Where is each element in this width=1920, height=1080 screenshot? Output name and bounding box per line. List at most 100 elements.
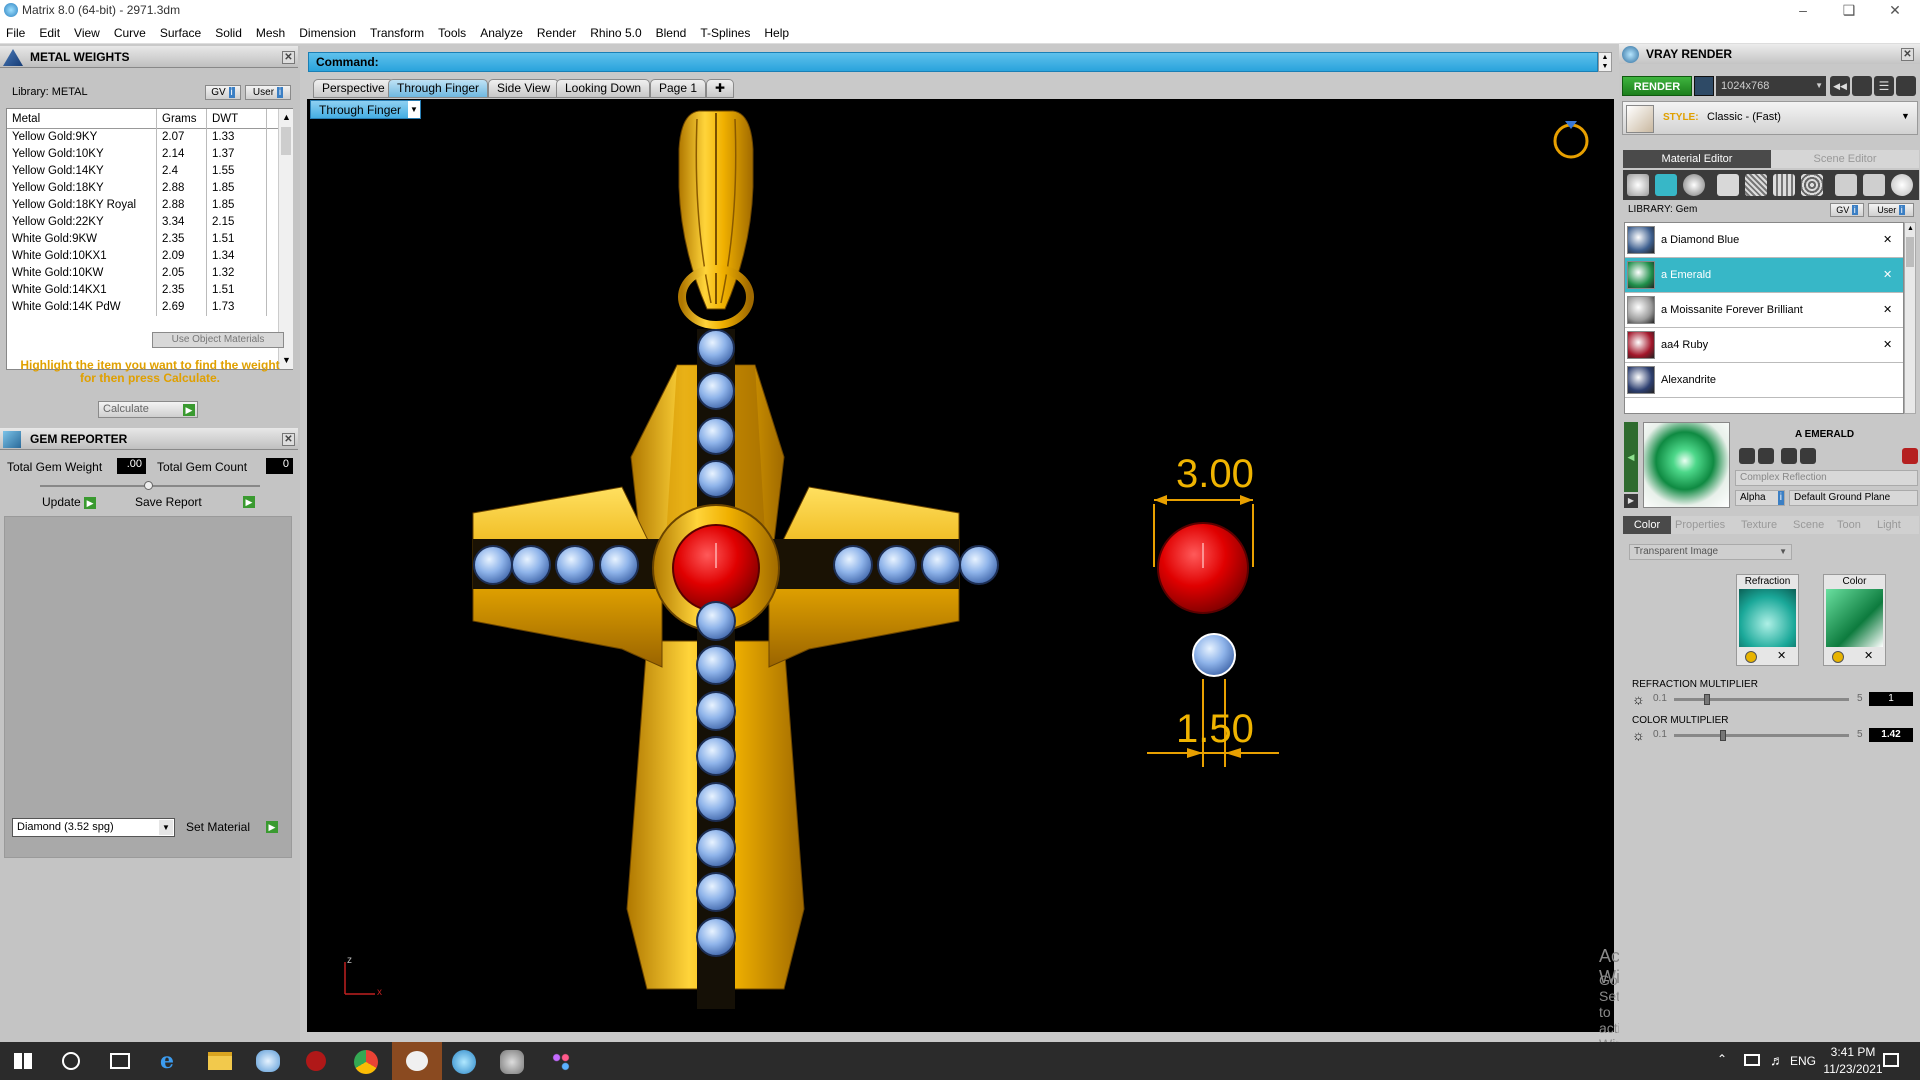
bulb-icon[interactable]	[1891, 174, 1913, 196]
start-windows-icon[interactable]	[14, 1053, 32, 1069]
network-icon[interactable]	[1744, 1054, 1760, 1066]
gem-list-item[interactable]: a Emerald ✕	[1625, 258, 1903, 293]
grid-icon[interactable]	[1896, 76, 1916, 96]
metal-column-header[interactable]: Metal	[7, 109, 157, 129]
menu-edit[interactable]: Edit	[32, 22, 67, 44]
gem-remove-icon[interactable]: ✕	[1883, 268, 1892, 281]
list-icon[interactable]: ☰	[1874, 76, 1894, 96]
volume-icon[interactable]: ♬	[1770, 1052, 1784, 1068]
app-red-icon[interactable]	[306, 1051, 326, 1071]
metal-table-scrollbar[interactable]: ▲ ▼	[278, 109, 293, 369]
task-view-icon[interactable]	[110, 1053, 130, 1069]
square-icon[interactable]	[1717, 174, 1739, 196]
menu-solid[interactable]: Solid	[208, 22, 249, 44]
menu-file[interactable]: File	[0, 22, 32, 44]
command-bar[interactable]: Command:	[308, 52, 1598, 72]
vray-close-icon[interactable]: ✕	[1901, 48, 1914, 61]
gem-remove-icon[interactable]: ✕	[1883, 303, 1892, 316]
metal-row[interactable]: White Gold:14K PdW 2.69 1.73	[7, 299, 292, 316]
gem-list-scrollbar[interactable]: ▲	[1904, 222, 1916, 414]
subtab-properties[interactable]: Properties	[1675, 516, 1725, 534]
style-chevron-icon[interactable]: ▼	[1901, 111, 1910, 121]
chevron-down-icon[interactable]: ▼	[159, 820, 173, 835]
metal-row[interactable]: White Gold:10KX1 2.09 1.34	[7, 248, 292, 265]
rewind-icon[interactable]: ◀◀	[1830, 76, 1850, 96]
menu-rhino[interactable]: Rhino 5.0	[583, 22, 648, 44]
grams-column-header[interactable]: Grams	[157, 109, 207, 129]
subtab-light[interactable]: Light	[1877, 516, 1901, 534]
color-pick-icon[interactable]	[1832, 651, 1844, 663]
gem-remove-icon[interactable]: ✕	[1883, 338, 1892, 351]
menu-render[interactable]: Render	[530, 22, 583, 44]
gem-reporter-close-icon[interactable]: ✕	[282, 433, 295, 446]
add-tab-button[interactable]: ✚	[706, 79, 734, 98]
tab-looking-down[interactable]: Looking Down	[556, 79, 651, 98]
dwt-column-header[interactable]: DWT	[207, 109, 267, 129]
scroll-thumb[interactable]	[281, 127, 291, 155]
notification-icon[interactable]	[1883, 1053, 1899, 1067]
metal-row[interactable]: White Gold:14KX1 2.35 1.51	[7, 282, 292, 299]
preview-next-button[interactable]: ▶	[1624, 494, 1638, 508]
app-rhino-icon[interactable]	[500, 1050, 524, 1074]
gem-list-item[interactable]: a Diamond Blue ✕	[1625, 223, 1903, 258]
ground-plane-select[interactable]: Default Ground Plane	[1789, 490, 1918, 506]
command-scroll[interactable]: ▲ ▼	[1598, 52, 1612, 72]
image-mode-select[interactable]: Transparent Image ▼	[1629, 544, 1792, 560]
color-swatch[interactable]: Color ✕	[1823, 574, 1886, 666]
gem-tool-icon[interactable]	[1655, 174, 1677, 196]
menu-tsplines[interactable]: T-Splines	[693, 22, 757, 44]
refraction-value[interactable]: 1	[1869, 692, 1913, 706]
menu-surface[interactable]: Surface	[153, 22, 208, 44]
subtab-toon[interactable]: Toon	[1837, 516, 1861, 534]
resolution-select[interactable]: 1024x768 ▼	[1716, 76, 1826, 96]
edge-browser-icon[interactable]: e	[160, 1050, 182, 1072]
layout-icon[interactable]	[1852, 76, 1872, 96]
refraction-clear-icon[interactable]: ✕	[1777, 649, 1786, 662]
menu-transform[interactable]: Transform	[363, 22, 431, 44]
copy-material-icon[interactable]	[1758, 448, 1774, 464]
color-clear-icon[interactable]: ✕	[1864, 649, 1873, 662]
matrix-app-icon[interactable]	[452, 1050, 476, 1074]
metal-weights-close-icon[interactable]: ✕	[282, 51, 295, 64]
tab-scene-editor[interactable]: Scene Editor	[1771, 150, 1919, 168]
refraction-slider-thumb[interactable]	[1704, 694, 1710, 705]
menu-help[interactable]: Help	[757, 22, 796, 44]
metal-row[interactable]: White Gold:10KW 2.05 1.32	[7, 265, 292, 282]
texture-icon[interactable]	[1801, 174, 1823, 196]
metal-row[interactable]: Yellow Gold:22KY 3.34 2.15	[7, 214, 292, 231]
tab-page-1[interactable]: Page 1	[650, 79, 707, 98]
render-camera-icon[interactable]	[1694, 76, 1714, 96]
gem-list-item[interactable]: aa4 Ruby ✕	[1625, 328, 1903, 363]
tray-chevron-up-icon[interactable]: ⌃	[1717, 1052, 1727, 1066]
render-button[interactable]: RENDER	[1622, 76, 1692, 96]
menu-curve[interactable]: Curve	[107, 22, 153, 44]
subtab-scene[interactable]: Scene	[1793, 516, 1824, 534]
refresh-icon[interactable]	[1902, 448, 1918, 464]
app-molecule-icon[interactable]	[550, 1051, 572, 1073]
tab-material-editor[interactable]: Material Editor	[1623, 150, 1771, 168]
gem-list-scroll-up-icon[interactable]: ▲	[1907, 225, 1914, 232]
menu-analyze[interactable]: Analyze	[473, 22, 530, 44]
sphere-icon[interactable]	[1683, 174, 1705, 196]
chrome-icon[interactable]	[354, 1050, 378, 1074]
menu-dimension[interactable]: Dimension	[292, 22, 363, 44]
calculate-button[interactable]: Calculate ▶	[98, 401, 198, 418]
active-app-icon[interactable]	[392, 1042, 442, 1080]
metal-gv-button[interactable]: GV i	[205, 85, 241, 100]
menu-blend[interactable]: Blend	[649, 22, 694, 44]
refraction-slider[interactable]	[1674, 694, 1849, 705]
gem-remove-icon[interactable]: ✕	[1883, 233, 1892, 246]
alpha-toggle[interactable]: Alpha i	[1735, 490, 1785, 506]
tab-perspective[interactable]: Perspective	[313, 79, 394, 98]
subtab-color[interactable]: Color	[1623, 516, 1671, 534]
use-object-materials-button[interactable]: Use Object Materials	[152, 332, 284, 348]
menu-tools[interactable]: Tools	[431, 22, 473, 44]
gem-gv-button[interactable]: GV i	[1830, 203, 1864, 217]
scroll-up-icon[interactable]: ▲	[282, 112, 291, 122]
color-value[interactable]: 1.42	[1869, 728, 1913, 742]
menu-view[interactable]: View	[67, 22, 107, 44]
save-report-button[interactable]: Save Report ▶	[135, 494, 257, 511]
metal-row[interactable]: White Gold:9KW 2.35 1.51	[7, 231, 292, 248]
gem-list-scroll-thumb[interactable]	[1906, 237, 1914, 267]
wand-icon[interactable]	[1863, 174, 1885, 196]
